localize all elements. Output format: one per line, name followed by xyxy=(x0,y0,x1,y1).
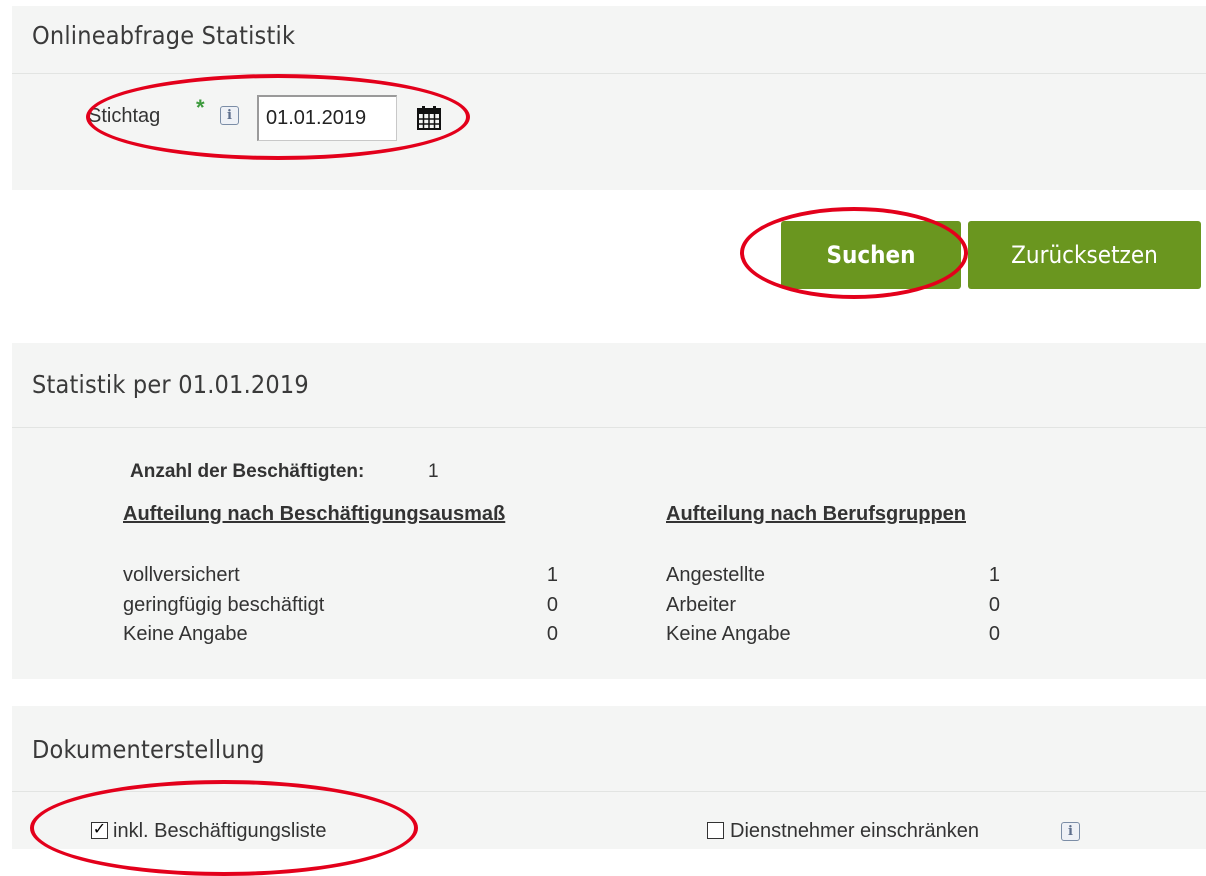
occupational-group-heading: Aufteilung nach Berufsgruppen xyxy=(666,503,966,525)
restrict-employees-label: Dienstnehmer einschränken xyxy=(730,820,980,842)
extent-row-label: geringfügig beschäftigt xyxy=(123,594,325,616)
reset-button[interactable]: Zurücksetzen xyxy=(968,221,1201,289)
info-icon[interactable]: i xyxy=(1061,822,1080,841)
query-panel-header: Onlineabfrage Statistik xyxy=(12,6,1206,74)
document-panel-header: Dokumenterstellung xyxy=(12,706,1206,792)
extent-row-value: 1 xyxy=(546,564,558,586)
stichtag-label: Stichtag xyxy=(88,105,161,127)
group-row-value: 1 xyxy=(988,564,1000,586)
employee-count-value: 1 xyxy=(428,461,439,482)
restrict-employees-checkbox[interactable] xyxy=(707,822,724,839)
group-row-value: 0 xyxy=(988,594,1000,616)
search-button[interactable]: Suchen xyxy=(781,221,961,289)
statistics-panel: Statistik per 01.01.2019 Anzahl der Besc… xyxy=(12,343,1206,679)
employee-count-label: Anzahl der Beschäftigten: xyxy=(130,461,365,482)
info-icon[interactable]: i xyxy=(220,106,239,125)
extent-row-value: 0 xyxy=(546,623,558,645)
query-panel: Onlineabfrage Statistik xyxy=(12,6,1206,190)
required-marker: * xyxy=(196,95,205,120)
group-row-value: 0 xyxy=(988,623,1000,645)
query-panel-title: Onlineabfrage Statistik xyxy=(32,21,296,50)
include-list-label: inkl. Beschäftigungsliste xyxy=(113,820,327,842)
group-row-label: Arbeiter xyxy=(666,594,737,616)
extent-row-label: vollversichert xyxy=(123,564,240,586)
group-row-label: Angestellte xyxy=(666,564,765,586)
extent-row-label: Keine Angabe xyxy=(123,623,248,645)
stichtag-date-input[interactable] xyxy=(257,95,397,141)
extent-row-value: 0 xyxy=(546,594,558,616)
calendar-icon[interactable] xyxy=(416,105,442,131)
document-panel-title: Dokumenterstellung xyxy=(32,735,265,764)
include-list-checkbox[interactable]: ✓ xyxy=(91,822,108,839)
statistics-panel-header: Statistik per 01.01.2019 xyxy=(12,343,1206,428)
employment-extent-heading: Aufteilung nach Beschäftigungsausmaß xyxy=(123,503,506,525)
statistics-panel-title: Statistik per 01.01.2019 xyxy=(32,370,309,399)
group-row-label: Keine Angabe xyxy=(666,623,791,645)
